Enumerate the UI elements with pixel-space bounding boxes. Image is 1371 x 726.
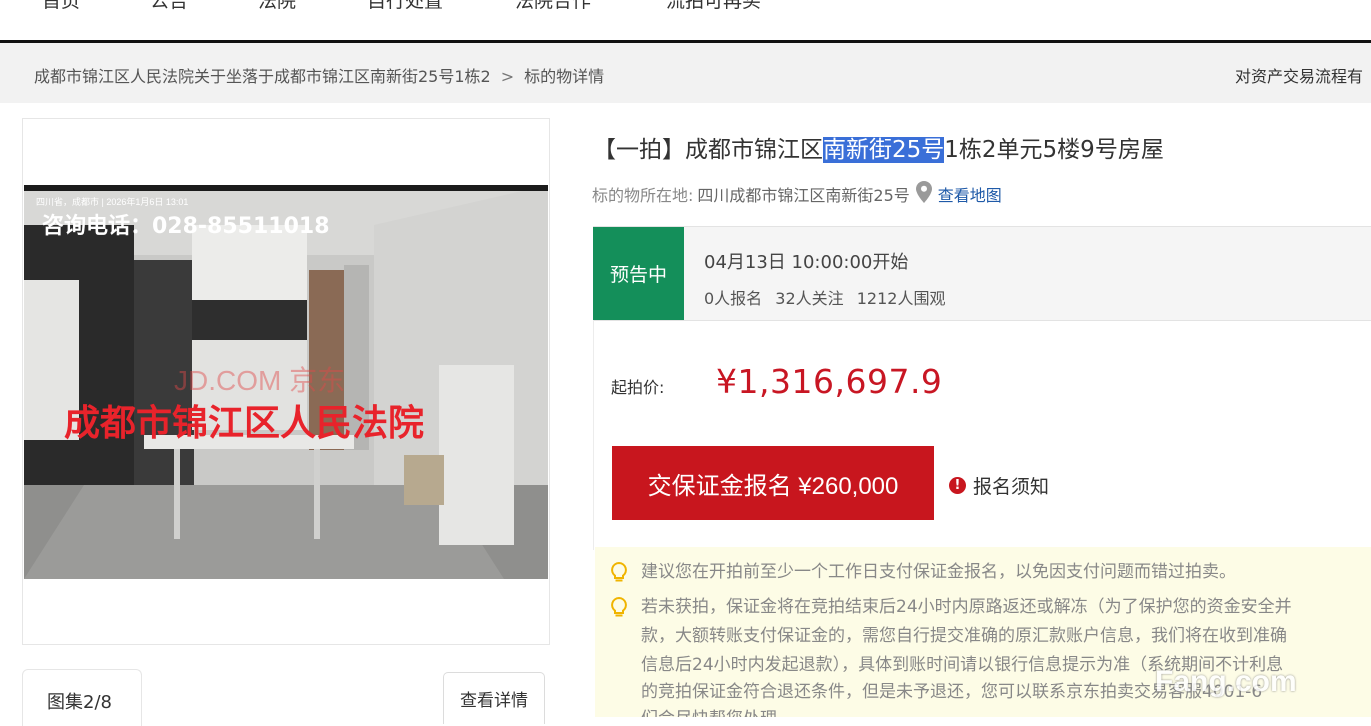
participation-counts: 0人报名 32人关注 1212人围观 <box>704 285 953 309</box>
registration-notice[interactable]: ! 报名须知 <box>949 472 1049 499</box>
breadcrumb: 成都市锦江区人民法院关于坐落于成都市锦江区南新街25号1栋2 > 标的物详情 <box>34 63 604 87</box>
nav-item-self-disposal[interactable]: 自行处置 <box>367 0 443 13</box>
location-label: 标的物所在地: <box>592 186 694 205</box>
item-title: 【一拍】成都市锦江区南新街25号1栋2单元5楼9号房屋 <box>593 130 1164 164</box>
starting-price: ¥1,316,697.9 <box>716 362 943 401</box>
tips-box: 建议您在开拍前至少一个工作日支付保证金报名，以免因支付问题而错过拍卖。 若未获拍… <box>595 547 1371 717</box>
starting-price-label: 起拍价: <box>611 378 665 397</box>
nav-item-court-cooperation[interactable]: 法院合作 <box>515 0 591 13</box>
gallery-counter: 图集2/8 <box>47 692 112 713</box>
watchers-count: 1212人围观 <box>856 289 946 308</box>
property-photo[interactable]: 四川省，成都市 | 2026年1月6日 13:01 咨询电话：028-85511… <box>24 185 548 579</box>
followers-count: 32人关注 <box>775 289 844 308</box>
view-map-link[interactable]: 查看地图 <box>938 182 1002 206</box>
auction-status-box: 预告中 04月13日 10:00:00开始 0人报名 32人关注 1212人围观 <box>593 226 1371 321</box>
start-time: 04月13日 10:00:00开始 <box>704 252 909 273</box>
nav-item-relist[interactable]: 流拍可再买 <box>666 0 761 13</box>
nav-item-home[interactable]: 首页 <box>42 0 80 13</box>
nav-item-court[interactable]: 法院 <box>258 0 296 13</box>
registered-count: 0人报名 <box>704 289 763 308</box>
title-prefix: 【一拍】成都市锦江区 <box>593 137 823 163</box>
title-highlight: 南新街25号 <box>823 137 945 163</box>
photo-watermark: JD.COM 京东 <box>174 365 345 396</box>
tip-text: 若未获拍，保证金将在竞拍结束后24小时内原路返还或解冻（为了保护您的资金安全并 <box>641 597 1292 617</box>
photo-stamp: 四川省，成都市 | 2026年1月6日 13:01 <box>36 196 188 207</box>
title-suffix: 1栋2单元5楼9号房屋 <box>944 137 1164 163</box>
photo-banner: 咨询电话：028-85511018 <box>42 213 330 239</box>
process-link[interactable]: 对资产交易流程有 <box>1235 63 1363 87</box>
warning-icon: ! <box>949 477 966 494</box>
breadcrumb-separator: > <box>500 67 515 86</box>
tip-text: 建议您在开拍前至少一个工作日支付保证金报名，以免因支付问题而错过拍卖。 <box>641 562 1236 582</box>
lightbulb-icon <box>609 561 629 594</box>
property-photo-graphic: 四川省，成都市 | 2026年1月6日 13:01 咨询电话：028-85511… <box>24 185 548 579</box>
location-value: 四川成都市锦江区南新街25号 <box>697 186 910 205</box>
breadcrumb-parent[interactable]: 成都市锦江区人民法院关于坐落于成都市锦江区南新街25号1栋2 <box>34 67 491 86</box>
view-details-button[interactable]: 查看详情 <box>443 672 545 724</box>
tip-text: 们会尽快帮您处理。 <box>641 704 794 717</box>
tip-text: 款，大额转账支付保证金的，需您自行提交准确的原汇款账户信息，我们将在收到准确 <box>641 626 1287 646</box>
map-pin-icon <box>915 181 932 207</box>
photo-court-label: 成都市锦江区人民法院 <box>64 403 424 444</box>
registration-notice-label: 报名须知 <box>973 476 1050 498</box>
gallery-counter-tab[interactable]: 图集2/8 <box>22 669 142 726</box>
breadcrumb-bar: 成都市锦江区人民法院关于坐落于成都市锦江区南新街25号1栋2 > 标的物详情 对资产… <box>0 43 1371 103</box>
gallery-panel: 四川省，成都市 | 2026年1月6日 13:01 咨询电话：028-85511… <box>22 118 550 645</box>
site-watermark: Fang.com <box>1155 665 1297 698</box>
lightbulb-icon <box>609 596 629 629</box>
breadcrumb-current: 标的物详情 <box>524 67 605 86</box>
price-box: 起拍价: ¥1,316,697.9 交保证金报名 ¥260,000 ! 报名须知 <box>593 320 1371 550</box>
location-row: 标的物所在地: 四川成都市锦江区南新街25号 查看地图 <box>592 181 1002 207</box>
pay-deposit-register-button[interactable]: 交保证金报名 ¥260,000 <box>612 446 934 520</box>
top-nav: 首页 公告 法院 自行处置 法院合作 流拍可再买 <box>0 0 1371 40</box>
nav-item-announcement[interactable]: 公告 <box>150 0 188 13</box>
status-badge: 预告中 <box>593 227 684 320</box>
